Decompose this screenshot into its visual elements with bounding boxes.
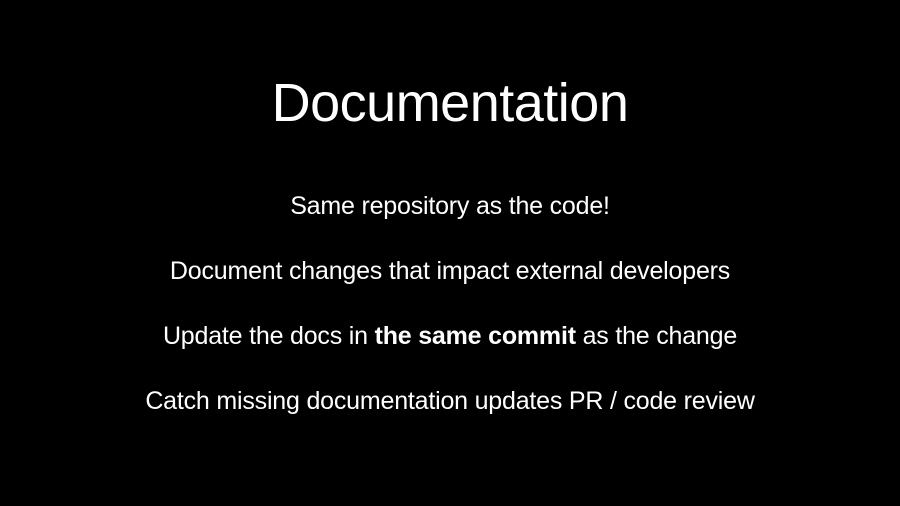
bullet-item: Catch missing documentation updates PR /…	[145, 387, 754, 416]
bullet-list: Same repository as the code! Document ch…	[145, 192, 754, 416]
bullet-item: Update the docs in the same commit as th…	[163, 322, 737, 351]
bullet-item: Document changes that impact external de…	[170, 257, 730, 286]
bullet-suffix: as the change	[576, 322, 737, 350]
bullet-item: Same repository as the code!	[290, 192, 610, 221]
bullet-prefix: Update the docs in	[163, 322, 375, 350]
bullet-bold: the same commit	[375, 322, 576, 350]
slide-title: Documentation	[272, 72, 629, 134]
